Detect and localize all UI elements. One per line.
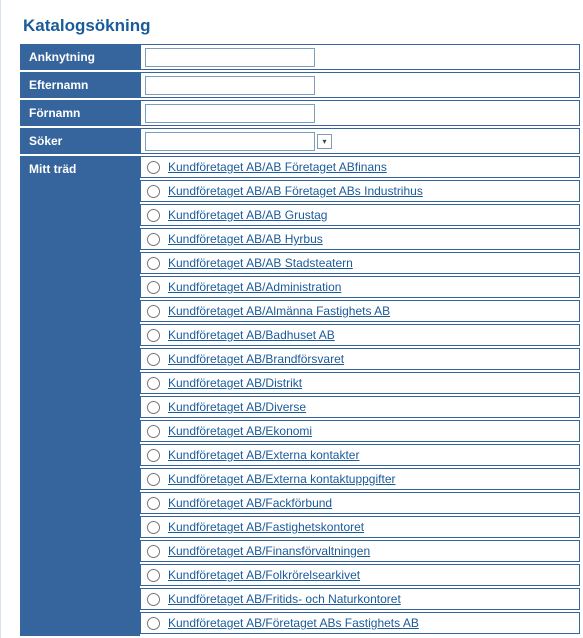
tree-row: Kundföretaget AB/Diverse [140,396,580,418]
tree-link[interactable]: Kundföretaget AB/AB Grustag [168,208,327,222]
tree-radio[interactable] [147,473,160,486]
tree-row: Kundföretaget AB/Finansförvaltningen [140,540,580,562]
label-mitt-trad: Mitt träd [20,156,140,636]
tree-row: Kundföretaget AB/Badhuset AB [140,324,580,346]
tree-row: Kundföretaget AB/AB Företaget ABfinans [140,156,580,178]
tree-row: Kundföretaget AB/AB Grustag [140,204,580,226]
input-fornamn[interactable] [145,104,315,123]
tree-radio[interactable] [147,305,160,318]
tree-row: Kundföretaget AB/Almänna Fastighets AB [140,300,580,322]
tree-link[interactable]: Kundföretaget AB/Folkrörelsearkivet [168,568,360,582]
tree-link[interactable]: Kundföretaget AB/Administration [168,280,341,294]
tree-radio[interactable] [147,593,160,606]
tree-radio[interactable] [147,545,160,558]
tree-radio[interactable] [147,377,160,390]
tree-row: Kundföretaget AB/Externa kontakter [140,444,580,466]
tree-row: Kundföretaget AB/AB Stadsteatern [140,252,580,274]
label-fornamn: Förnamn [20,100,140,126]
tree-link[interactable]: Kundföretaget AB/Fastighetskontoret [168,520,364,534]
page-title: Katalogsökning [23,16,579,36]
tree-radio[interactable] [147,329,160,342]
tree-radio[interactable] [147,497,160,510]
tree-radio[interactable] [147,209,160,222]
tree-radio[interactable] [147,185,160,198]
tree-row: Kundföretaget AB/Distrikt [140,372,580,394]
tree-link[interactable]: Kundföretaget AB/Fritids- och Naturkonto… [168,592,401,606]
label-soker: Söker [20,128,140,154]
input-anknytning[interactable] [145,48,315,67]
tree-link[interactable]: Kundföretaget AB/Ekonomi [168,424,312,438]
tree-radio[interactable] [147,281,160,294]
tree-radio[interactable] [147,617,160,630]
input-soker[interactable] [145,132,315,151]
tree-link[interactable]: Kundföretaget AB/Brandförsvaret [168,352,344,366]
tree-link[interactable]: Kundföretaget AB/Diverse [168,400,306,414]
tree-container: Kundföretaget AB/AB Företaget ABfinans Ku… [140,156,580,636]
tree-row: Kundföretaget AB/Företaget ABs Fastighet… [140,612,580,634]
row-anknytning: Anknytning [20,44,580,70]
tree-row: Kundföretaget AB/Externa kontaktuppgifte… [140,468,580,490]
tree-radio[interactable] [147,353,160,366]
input-efternamn[interactable] [145,76,315,95]
tree-radio[interactable] [147,521,160,534]
tree-row: Kundföretaget AB/Fritids- och Naturkonto… [140,588,580,610]
tree-row: Kundföretaget AB/Brandförsvaret [140,348,580,370]
tree-radio[interactable] [147,569,160,582]
tree-row: Kundföretaget AB/AB Hyrbus [140,228,580,250]
tree-link[interactable]: Kundföretaget AB/AB Stadsteatern [168,256,353,270]
search-form: Anknytning Efternamn Förnamn Söker ▾ Mit… [20,42,580,638]
tree-link[interactable]: Kundföretaget AB/Almänna Fastighets AB [168,304,390,318]
tree-link[interactable]: Kundföretaget AB/Externa kontaktuppgifte… [168,472,395,486]
tree-row: Kundföretaget AB/AB Företaget ABs Indust… [140,180,580,202]
tree-radio[interactable] [147,449,160,462]
row-mitt-trad: Mitt träd Kundföretaget AB/AB Företaget … [20,156,580,636]
tree-link[interactable]: Kundföretaget AB/Fackförbund [168,496,332,510]
tree-row: Kundföretaget AB/Administration [140,276,580,298]
label-efternamn: Efternamn [20,72,140,98]
label-anknytning: Anknytning [20,44,140,70]
tree-radio[interactable] [147,233,160,246]
tree-link[interactable]: Kundföretaget AB/Finansförvaltningen [168,544,370,558]
tree-radio[interactable] [147,401,160,414]
tree-radio[interactable] [147,257,160,270]
tree-link[interactable]: Kundföretaget AB/AB Hyrbus [168,232,323,246]
tree-row: Kundföretaget AB/Folkrörelsearkivet [140,564,580,586]
tree-link[interactable]: Kundföretaget AB/Badhuset AB [168,328,335,342]
tree-link[interactable]: Kundföretaget AB/Externa kontakter [168,448,359,462]
tree-row: Kundföretaget AB/Ekonomi [140,420,580,442]
row-fornamn: Förnamn [20,100,580,126]
tree-link[interactable]: Kundföretaget AB/AB Företaget ABs Indust… [168,184,423,198]
tree-link[interactable]: Kundföretaget AB/Företaget ABs Fastighet… [168,616,419,630]
dropdown-button[interactable]: ▾ [317,134,332,149]
tree-row: Kundföretaget AB/Fackförbund [140,492,580,514]
tree-row: Kundföretaget AB/Fastighetskontoret [140,516,580,538]
row-soker: Söker ▾ [20,128,580,154]
tree-link[interactable]: Kundföretaget AB/AB Företaget ABfinans [168,160,387,174]
row-efternamn: Efternamn [20,72,580,98]
tree-radio[interactable] [147,161,160,174]
chevron-down-icon: ▾ [322,137,326,146]
tree-radio[interactable] [147,425,160,438]
tree-link[interactable]: Kundföretaget AB/Distrikt [168,376,302,390]
